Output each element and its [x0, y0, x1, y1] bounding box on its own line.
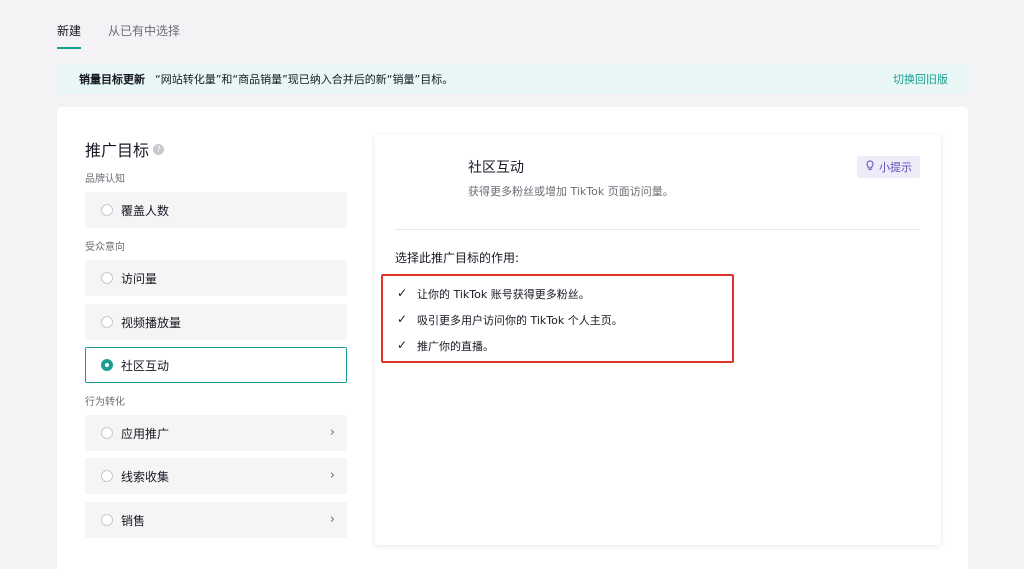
option-community-interaction[interactable]: 社区互动 — [85, 347, 347, 383]
option-label: 应用推广 — [121, 426, 170, 441]
banner-title: 销量目标更新 — [79, 73, 145, 86]
divider — [395, 229, 920, 230]
option-lead-generation[interactable]: 线索收集 › — [85, 458, 347, 494]
objective-title: 推广目标 ? — [85, 137, 165, 161]
update-banner: 销量目标更新 “网站转化量”和“商品销量”现已纳入合并后的新“销量”目标。 切换… — [57, 64, 968, 94]
tab-bar: 新建 从已有中选择 — [57, 24, 180, 49]
radio-icon — [101, 514, 113, 526]
main-card: 推广目标 ? 品牌认知 覆盖人数 受众意向 访问量 视频播放量 社区互动 行为转… — [57, 107, 968, 569]
option-reach[interactable]: 覆盖人数 — [85, 192, 347, 228]
check-icon: ✓ — [397, 312, 408, 326]
list-item: ✓ 让你的 TikTok 账号获得更多粉丝。 — [397, 286, 623, 312]
objective-title-text: 推广目标 — [85, 141, 150, 160]
lightbulb-icon — [865, 160, 875, 174]
tips-label: 小提示 — [879, 161, 912, 174]
list-item: ✓ 推广你的直播。 — [397, 338, 623, 364]
objective-detail-panel: 社区互动 获得更多粉丝或增加 TikTok 页面访问量。 小提示 选择此推广目标… — [375, 135, 941, 545]
radio-selected-icon — [101, 359, 113, 371]
option-label: 销售 — [121, 513, 146, 528]
group-label-consideration: 受众意向 — [85, 242, 125, 253]
chevron-right-icon: › — [329, 425, 335, 440]
question-circle-icon[interactable]: ? — [153, 143, 165, 155]
purpose-text: 推广你的直播。 — [417, 340, 494, 353]
purpose-text: 让你的 TikTok 账号获得更多粉丝。 — [417, 288, 590, 301]
radio-icon — [101, 316, 113, 328]
option-label: 线索收集 — [121, 469, 170, 484]
check-icon: ✓ — [397, 286, 408, 300]
option-traffic[interactable]: 访问量 — [85, 260, 347, 296]
purpose-text: 吸引更多用户访问你的 TikTok 个人主页。 — [417, 314, 623, 327]
option-label: 访问量 — [121, 271, 158, 286]
group-label-conversion: 行为转化 — [85, 397, 125, 408]
option-app-promotion[interactable]: 应用推广 › — [85, 415, 347, 451]
option-label: 覆盖人数 — [121, 203, 170, 218]
tips-button[interactable]: 小提示 — [857, 156, 920, 178]
chevron-right-icon: › — [329, 512, 335, 527]
group-label-awareness: 品牌认知 — [85, 174, 125, 185]
tab-select-existing[interactable]: 从已有中选择 — [108, 24, 180, 49]
radio-icon — [101, 272, 113, 284]
chevron-right-icon: › — [329, 468, 335, 483]
option-label: 视频播放量 — [121, 315, 182, 330]
check-icon: ✓ — [397, 338, 408, 352]
tab-new[interactable]: 新建 — [57, 24, 82, 49]
option-video-views[interactable]: 视频播放量 — [85, 304, 347, 340]
purpose-list: ✓ 让你的 TikTok 账号获得更多粉丝。 ✓ 吸引更多用户访问你的 TikT… — [397, 286, 623, 364]
option-label: 社区互动 — [121, 358, 170, 373]
purpose-title: 选择此推广目标的作用: — [395, 251, 520, 265]
radio-icon — [101, 427, 113, 439]
list-item: ✓ 吸引更多用户访问你的 TikTok 个人主页。 — [397, 312, 623, 338]
option-sales[interactable]: 销售 › — [85, 502, 347, 538]
radio-icon — [101, 470, 113, 482]
banner-text: “网站转化量”和“商品销量”现已纳入合并后的新“销量”目标。 — [155, 73, 454, 86]
detail-description: 获得更多粉丝或增加 TikTok 页面访问量。 — [468, 185, 674, 198]
radio-icon — [101, 204, 113, 216]
switch-old-version-link[interactable]: 切换回旧版 — [893, 71, 948, 87]
detail-title: 社区互动 — [468, 160, 524, 176]
